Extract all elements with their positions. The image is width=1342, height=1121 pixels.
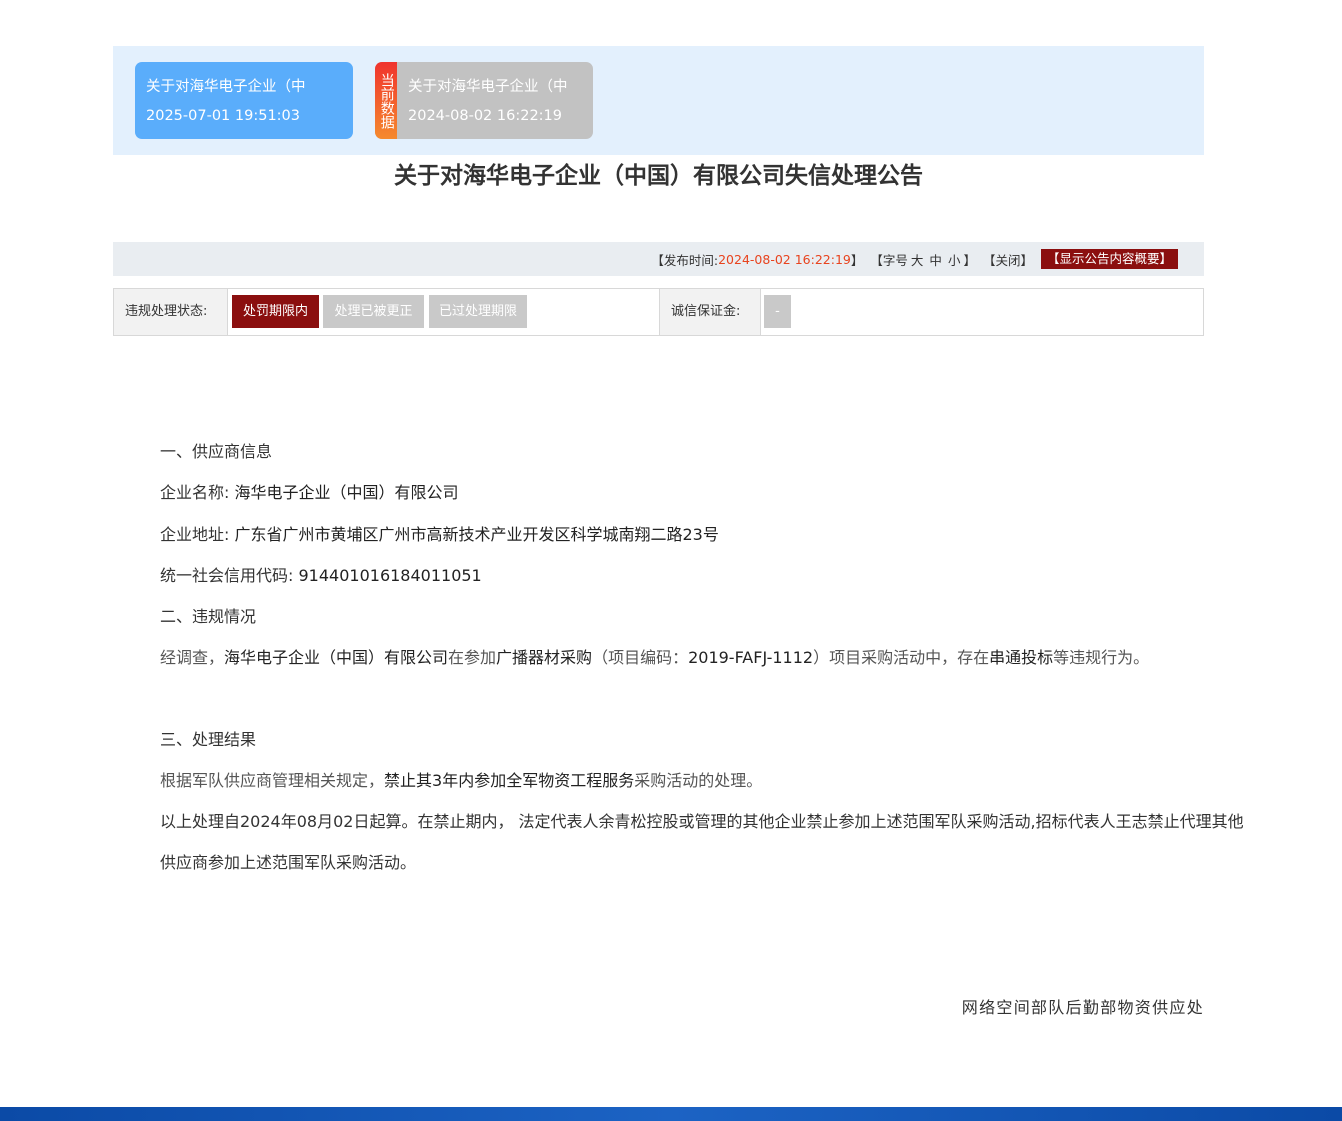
field-label: 企业地址: (160, 525, 230, 544)
footer-band (0, 1107, 1342, 1121)
current-data-tag: 当前数据 (375, 62, 397, 139)
text-fragment: 采购活动的处理。 (634, 771, 763, 790)
result-paragraph: 根据军队供应商管理相关规定，禁止其3年内参加全军物资工程服务采购活动的处理。 (113, 760, 1251, 801)
text-fragment: （项目编码： (592, 648, 689, 667)
penalty-text: 禁止其3年内参加全军物资工程服务 (384, 771, 635, 790)
section-heading: 二、违规情况 (160, 607, 257, 626)
show-summary-button[interactable]: 【显示公告内容概要】 (1040, 249, 1178, 269)
status-label: 违规处理状态: (114, 289, 228, 335)
supplier-address: 广东省广州市黄埔区广州市高新技术产业开发区科学城南翔二路23号 (234, 525, 719, 544)
font-size-medium-link[interactable]: 中 (929, 250, 942, 269)
text-fragment: 根据军队供应商管理相关规定， (160, 771, 385, 790)
article-info-bar: 【发布时间: 2024-08-02 16:22:19】 【字号 大 中 小】 【… (113, 242, 1204, 276)
deposit-value: - (764, 295, 791, 328)
credit-code: 914401016184011051 (298, 566, 482, 585)
field-label: 企业名称: (160, 483, 230, 502)
version-history-bar: 关于对海华电子企业（中 2025-07-01 19:51:03 当前数据 关于对… (113, 46, 1204, 155)
page-title: 关于对海华电子企业（中国）有限公司失信处理公告 (394, 163, 923, 189)
field-label: 统一社会信用代码: (160, 566, 294, 585)
font-size-large-link[interactable]: 大 (911, 250, 924, 269)
publish-time: 2024-08-02 16:22:19 (718, 251, 851, 267)
version-card[interactable]: 关于对海华电子企业（中 2025-07-01 19:51:03 (135, 62, 353, 139)
violation-status-box: 违规处理状态: 处罚期限内 处理已被更正 已过处理期限 诚信保证金: - (113, 288, 1204, 336)
section-heading: 三、处理结果 (160, 730, 257, 749)
supplier-name: 海华电子企业（中国）有限公司 (224, 648, 449, 667)
issuer-signature: 网络空间部队后勤部物资供应处 (961, 998, 1204, 1017)
deposit-label: 诚信保证金: (659, 289, 761, 335)
text-fragment: 等违规行为。 (1053, 648, 1150, 667)
version-title: 关于对海华电子企业（中 (146, 79, 306, 95)
project-code: 2019-FAFJ-1112 (688, 648, 814, 667)
font-size-suffix: 】 (963, 252, 976, 268)
version-date: 2025-07-01 19:51:03 (146, 108, 300, 124)
credit-code-line: 统一社会信用代码: 914401016184011051 (113, 555, 1251, 596)
section-heading: 一、供应商信息 (160, 442, 273, 461)
violation-paragraph: 经调查，海华电子企业（中国）有限公司在参加广播器材采购（项目编码：2019-FA… (113, 637, 1251, 678)
text-fragment: ）项目采购活动中，存在 (813, 648, 990, 667)
version-card-current[interactable]: 当前数据 关于对海华电子企业（中 2024-08-02 16:22:19 (375, 62, 593, 139)
close-link[interactable]: 【关闭】 (983, 250, 1033, 269)
publish-time-suffix: 】 (850, 252, 864, 268)
font-size-prefix: 【字号 (870, 252, 908, 268)
font-size-small-link[interactable]: 小 (948, 250, 961, 269)
supplier-name: 海华电子企业（中国）有限公司 (234, 483, 459, 502)
supplier-name-line: 企业名称: 海华电子企业（中国）有限公司 (113, 472, 1251, 513)
text-fragment: 经调查， (160, 648, 225, 667)
status-option-in-penalty[interactable]: 处罚期限内 (232, 295, 319, 328)
violation-type: 串通投标 (989, 648, 1054, 667)
project-name: 广播器材采购 (496, 648, 593, 667)
penalty-period-paragraph: 以上处理自2024年08月02日起算。在禁止期内， 法定代表人余青松控股或管理的… (160, 812, 1244, 872)
publish-time-prefix: 【发布时间: (651, 252, 719, 268)
status-option-expired[interactable]: 已过处理期限 (429, 295, 527, 328)
version-date: 2024-08-02 16:22:19 (408, 108, 562, 124)
version-title: 关于对海华电子企业（中 (408, 79, 568, 95)
supplier-address-line: 企业地址: 广东省广州市黄埔区广州市高新技术产业开发区科学城南翔二路23号 (113, 514, 1251, 555)
status-option-corrected[interactable]: 处理已被更正 (323, 295, 424, 328)
text-fragment: 在参加 (448, 648, 497, 667)
